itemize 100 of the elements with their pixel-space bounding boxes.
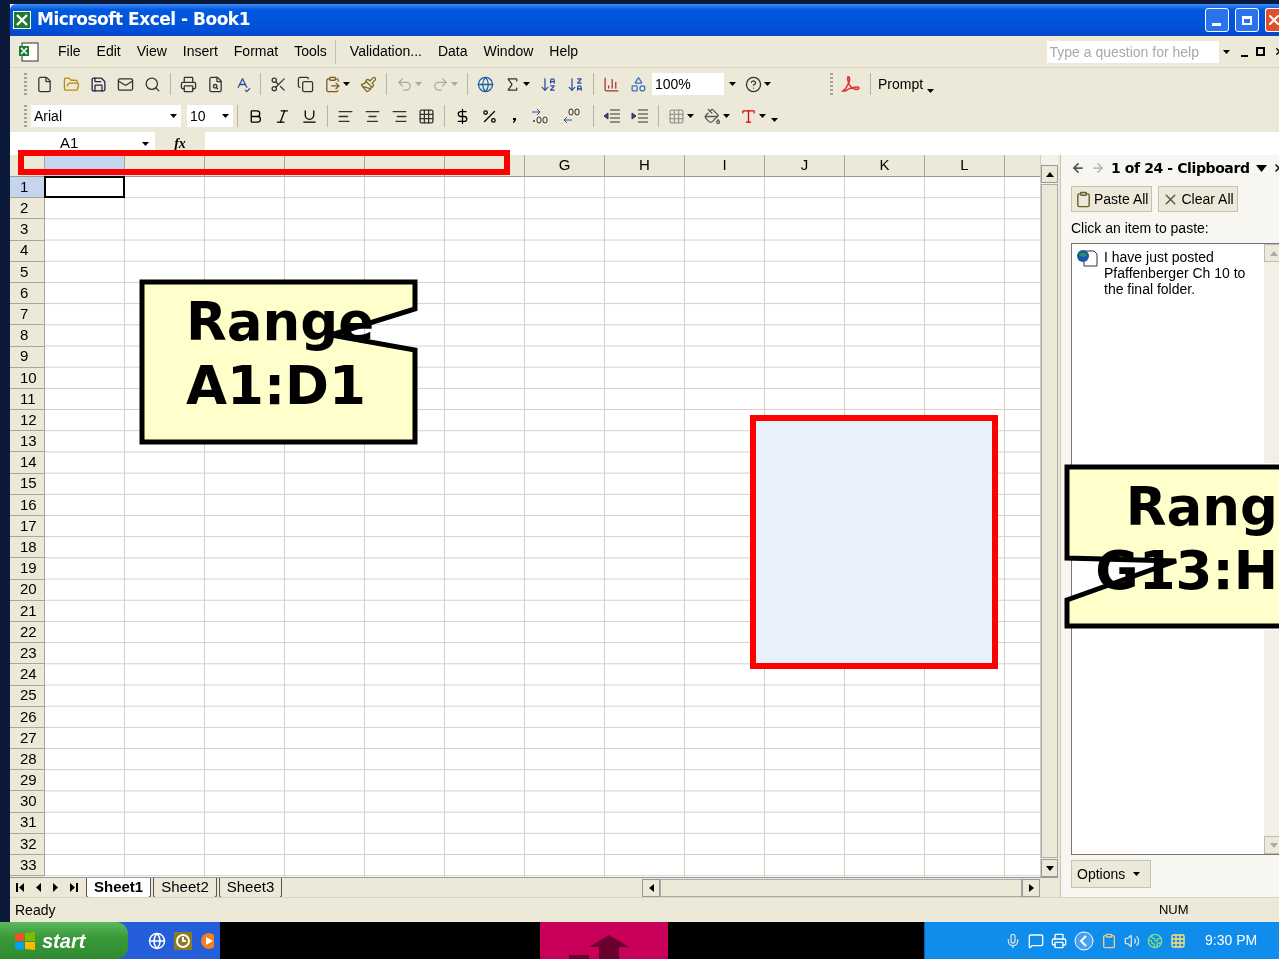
row-header[interactable]: 4 — [10, 240, 45, 262]
dropdown-arrow-icon[interactable] — [927, 88, 935, 93]
down-arrow-icon[interactable] — [1045, 865, 1054, 871]
row-header[interactable]: 18 — [10, 537, 45, 559]
envelope-icon[interactable] — [117, 75, 134, 93]
dropdown-arrow-icon[interactable] — [343, 82, 350, 86]
dropdown-arrow-icon[interactable] — [170, 114, 177, 118]
minimize-button[interactable] — [1204, 8, 1229, 32]
row-header[interactable]: 1 — [10, 177, 45, 199]
row-header[interactable]: 31 — [10, 812, 45, 834]
workbook-icon[interactable] — [18, 41, 40, 62]
folder-icon[interactable] — [63, 75, 80, 93]
sort-descending-icon[interactable] — [567, 75, 584, 93]
row-header[interactable]: 27 — [10, 727, 45, 750]
start-button[interactable]: start — [0, 922, 128, 959]
row-header[interactable]: 11 — [10, 388, 45, 411]
up-arrow-icon[interactable] — [1045, 171, 1054, 177]
row-header[interactable]: 6 — [10, 282, 45, 305]
menu-item[interactable]: Help — [541, 41, 587, 62]
menu-item[interactable]: Format — [225, 41, 287, 62]
row-header[interactable]: 7 — [10, 304, 45, 326]
dropdown-arrow-icon[interactable] — [142, 141, 149, 146]
paste-icon[interactable] — [324, 75, 341, 93]
vertical-scrollbar[interactable] — [1040, 155, 1058, 877]
browser-icon[interactable] — [148, 931, 166, 950]
dropdown-arrow-icon[interactable] — [222, 114, 229, 118]
pdf-icon[interactable] — [840, 74, 862, 94]
active-cell[interactable] — [44, 176, 125, 199]
fill-bucket-icon[interactable] — [704, 107, 721, 125]
row-header[interactable]: 23 — [10, 643, 45, 665]
row-header[interactable]: 26 — [10, 706, 45, 728]
copy-icon[interactable] — [297, 75, 314, 93]
function-label[interactable]: fx — [174, 133, 186, 154]
row-header[interactable]: 8 — [10, 325, 45, 347]
font-size-field[interactable]: 10 — [187, 105, 233, 127]
sort-ascending-icon[interactable] — [540, 75, 557, 93]
first-sheet-icon[interactable] — [16, 883, 24, 892]
row-header[interactable]: 32 — [10, 833, 45, 855]
dropdown-arrow-icon[interactable] — [728, 82, 736, 86]
menu-item[interactable]: View — [128, 41, 175, 62]
menu-item[interactable]: Edit — [88, 41, 129, 62]
row-header[interactable]: 19 — [10, 558, 45, 580]
formula-field[interactable] — [205, 132, 1279, 155]
row-header[interactable]: 21 — [10, 600, 45, 622]
scissors-icon[interactable] — [270, 75, 287, 93]
dropdown-arrow-icon[interactable] — [1255, 164, 1267, 172]
prompt-button[interactable]: Prompt — [876, 73, 937, 95]
dropdown-arrow-icon[interactable] — [687, 114, 694, 118]
minimize-icon[interactable] — [1240, 54, 1248, 57]
sheet-tab[interactable]: Sheet3 — [218, 877, 283, 898]
clipboard-item[interactable]: I have just posted Pfaffenberger Ch 10 to the final folder. — [1104, 249, 1254, 297]
clock-icon[interactable] — [174, 931, 192, 950]
menu-item[interactable]: Validation... — [341, 41, 430, 62]
row-header[interactable]: 25 — [10, 685, 45, 707]
zoom-field[interactable]: 100% — [652, 73, 724, 95]
dropdown-arrow-icon[interactable] — [523, 82, 530, 86]
print-preview-icon[interactable] — [207, 75, 224, 93]
left-arrow-icon[interactable] — [648, 883, 654, 892]
row-header[interactable]: 29 — [10, 770, 45, 792]
row-header[interactable]: 15 — [10, 473, 45, 495]
row-header[interactable]: 13 — [10, 431, 45, 453]
magnifier-icon[interactable] — [144, 75, 161, 93]
row-header[interactable]: 5 — [10, 261, 45, 283]
underline-icon[interactable] — [301, 107, 318, 125]
restore-button[interactable] — [1234, 8, 1259, 32]
bar-chart-icon[interactable] — [603, 75, 620, 93]
media-player-icon[interactable] — [200, 931, 214, 950]
font-name-field[interactable]: Arial — [31, 105, 181, 127]
chevron-left-icon[interactable] — [1074, 930, 1094, 951]
last-sheet-icon[interactable] — [70, 883, 78, 892]
next-sheet-icon[interactable] — [53, 883, 58, 892]
shapes-icon[interactable] — [630, 75, 647, 93]
right-arrow-icon[interactable] — [1028, 883, 1034, 892]
decrease-indent-icon[interactable] — [603, 108, 621, 124]
dropdown-arrow-icon[interactable] — [764, 82, 771, 86]
sheet-tab[interactable]: Sheet2 — [153, 877, 217, 898]
menu-item[interactable]: File — [50, 41, 89, 62]
new-document-icon[interactable] — [36, 75, 53, 93]
italic-icon[interactable] — [274, 107, 291, 125]
row-header[interactable]: 14 — [10, 452, 45, 474]
row-header[interactable]: 2 — [10, 198, 45, 220]
dropdown-arrow-icon[interactable] — [723, 114, 730, 118]
row-header[interactable]: 3 — [10, 219, 45, 241]
options-button[interactable]: Options — [1071, 860, 1151, 888]
help-icon[interactable] — [745, 75, 762, 93]
menu-item[interactable]: Tools — [286, 41, 335, 62]
sheet-tab[interactable]: Sheet1 — [86, 877, 152, 898]
pane-button[interactable]: Clear All — [1158, 186, 1238, 212]
row-header[interactable]: 17 — [10, 516, 45, 538]
microphone-icon[interactable] — [1005, 932, 1021, 949]
paintbrush-icon[interactable] — [360, 75, 377, 93]
row-header[interactable]: 10 — [10, 367, 45, 389]
globe-icon[interactable] — [477, 75, 494, 93]
help-search-field[interactable]: Type a question for help — [1046, 40, 1219, 63]
menu-item[interactable]: Data — [429, 41, 476, 62]
dropdown-arrow-icon[interactable] — [1223, 49, 1231, 54]
increase-indent-icon[interactable] — [631, 108, 649, 124]
row-header[interactable]: 33 — [10, 855, 45, 877]
row-header[interactable]: 30 — [10, 791, 45, 813]
font-color-icon[interactable] — [740, 107, 757, 125]
